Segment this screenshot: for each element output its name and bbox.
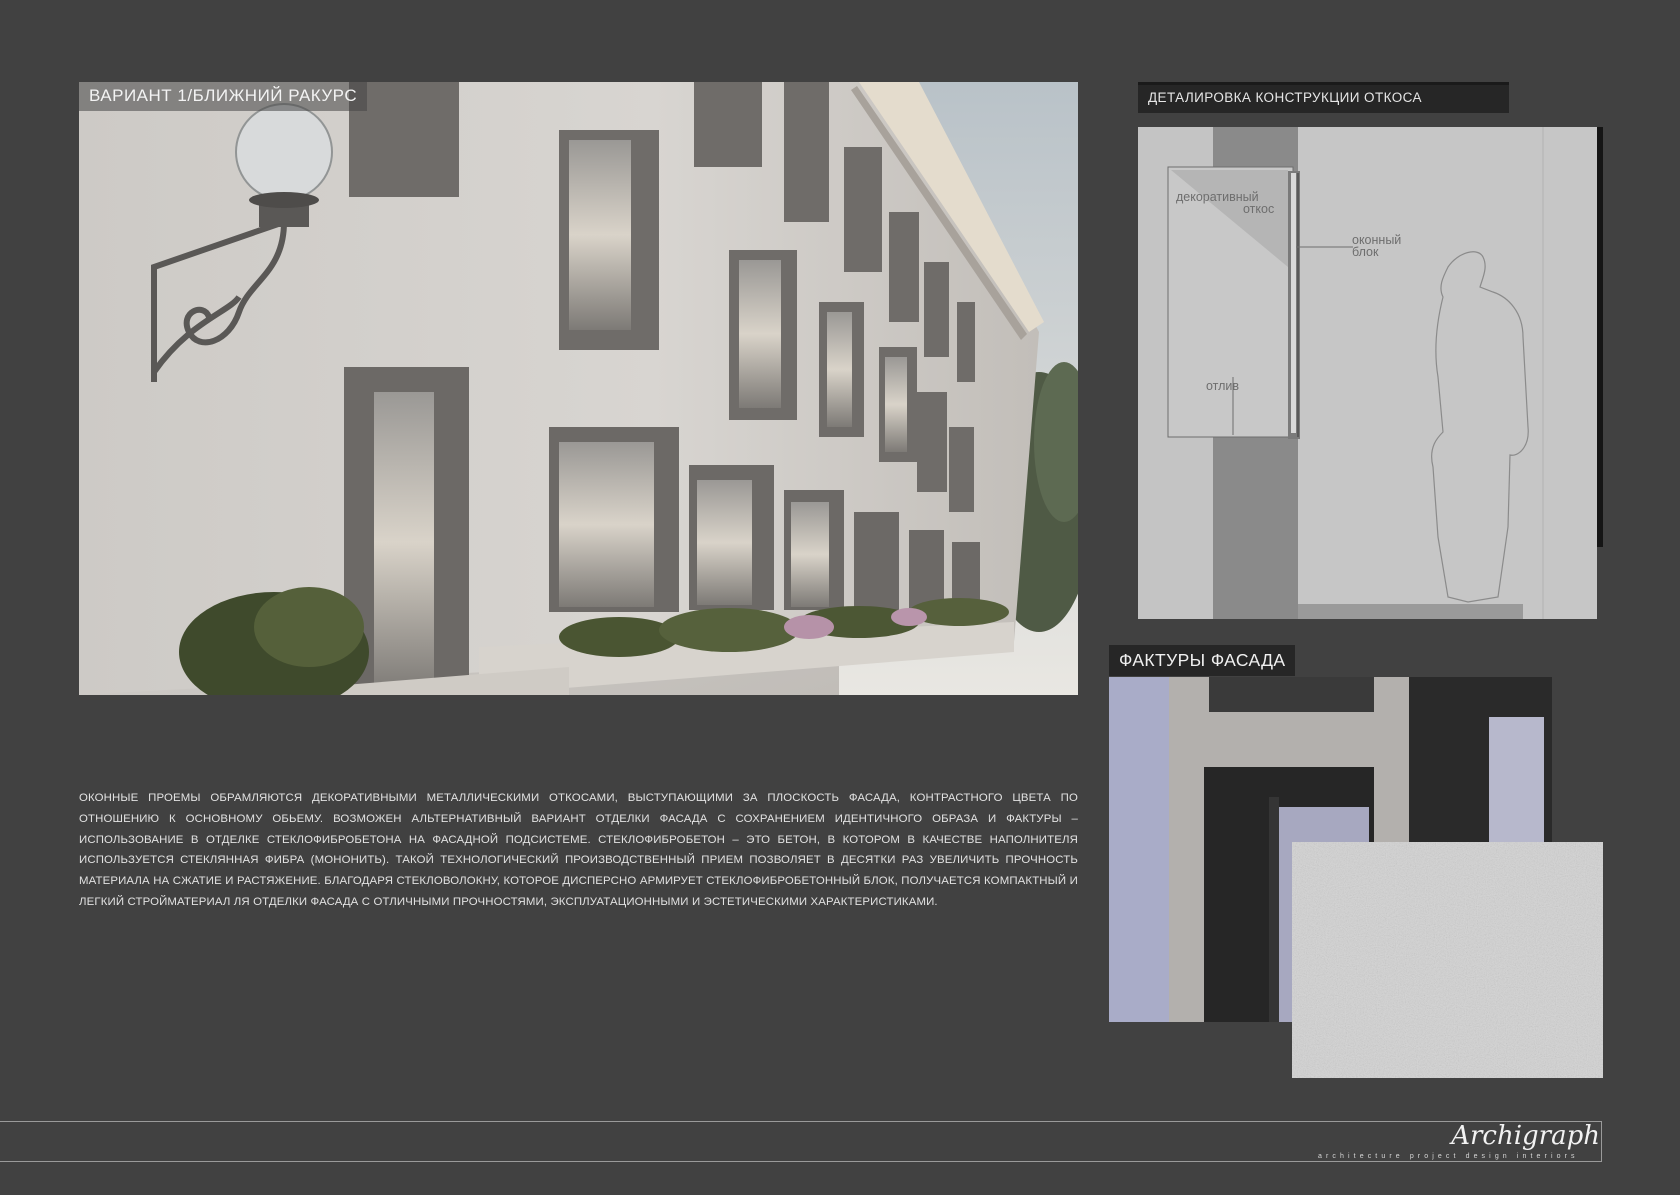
textures-title-bar: ФАКТУРЫ ФАСАДА: [1109, 645, 1296, 676]
facade-render-image: ВАРИАНТ 1/БЛИЖНИЙ РАКУРС: [79, 82, 1078, 695]
label-decorative-slope-2: откос: [1243, 202, 1275, 216]
footer-line-bottom: [0, 1161, 1602, 1162]
stucco-texture-sample: [1292, 842, 1603, 1078]
facade-description: Оконные проемы обрамляются декоративными…: [79, 792, 1078, 908]
label-window-block-2: блок: [1352, 245, 1379, 259]
logo-tagline: architecture project design interiors: [1318, 1153, 1579, 1160]
detail-title: ДЕТАЛИРОВКА КОНСТРУКЦИИ ОТКОСА: [1148, 90, 1422, 105]
footer-line-top: [0, 1121, 1602, 1122]
detail-title-bar: ДЕТАЛИРОВКА КОНСТРУКЦИИ ОТКОСА: [1138, 82, 1509, 113]
detail-shadow: [1597, 127, 1603, 547]
slope-detail-drawing: декоративный откос оконный блок отлив: [1138, 127, 1597, 619]
render-caption: ВАРИАНТ 1/БЛИЖНИЙ РАКУРС: [79, 82, 368, 111]
footer-line-right: [1601, 1121, 1602, 1162]
facade-render-illustration: [79, 82, 1078, 695]
stucco-texture-svg: [1292, 842, 1603, 1078]
textures-title: ФАКТУРЫ ФАСАДА: [1119, 650, 1286, 670]
label-drip: отлив: [1206, 379, 1240, 393]
archigraph-logo: Archigraph: [1451, 1121, 1600, 1151]
